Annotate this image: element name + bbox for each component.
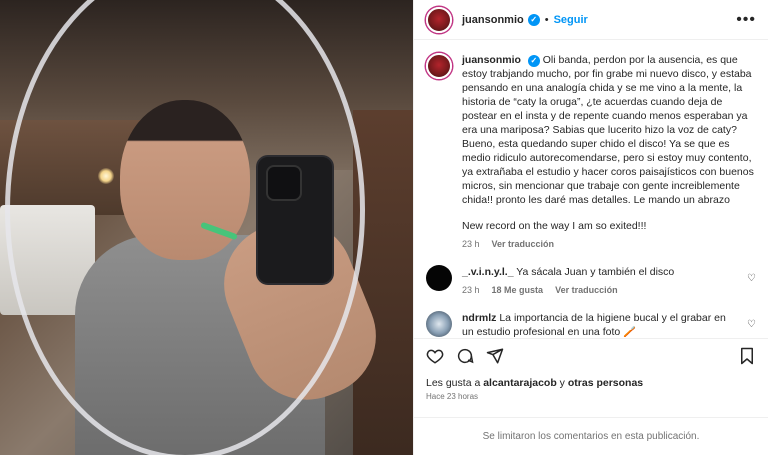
caption-row: juansonmio ✓ Oli banda, perdon por la au… <box>426 53 756 249</box>
comment-like-heart-icon[interactable]: ♡ <box>747 319 756 330</box>
comment-content: Ya sácala Juan y también el disco <box>516 266 675 278</box>
comment-text: _.v.i.n.y.l._ Ya sácala Juan y también e… <box>462 265 674 279</box>
likes-conj: y <box>556 377 568 389</box>
caption-meta: 23 h Ver traducción <box>462 239 756 249</box>
comment-like-heart-icon[interactable]: ♡ <box>747 273 756 284</box>
comment-avatar[interactable] <box>426 265 452 291</box>
author-avatar[interactable] <box>426 6 452 33</box>
likes-others[interactable]: otras personas <box>568 377 643 389</box>
caption-author-avatar[interactable] <box>426 53 452 79</box>
caption-second-line: New record on the way I am so exited!!! <box>462 220 647 232</box>
comment-text: ndrmlz La importancia de la higiene buca… <box>462 311 734 337</box>
caption-translate-link[interactable]: Ver traducción <box>492 239 555 249</box>
comments-limited-notice: Se limitaron los comentarios en esta pub… <box>414 417 768 455</box>
photo-mirror-frame <box>5 0 365 455</box>
comment-translate-link[interactable]: Ver traducción <box>555 285 618 295</box>
comment-item: ndrmlz La importancia de la higiene buca… <box>426 311 756 337</box>
comment-body: _.v.i.n.y.l._ Ya sácala Juan y también e… <box>462 265 696 295</box>
comments-section[interactable]: juansonmio ✓ Oli banda, perdon por la au… <box>414 41 768 337</box>
comment-likes[interactable]: 18 Me gusta <box>492 285 544 295</box>
share-send-icon[interactable] <box>486 347 504 365</box>
post-actions-bar <box>414 338 768 372</box>
like-heart-icon[interactable] <box>426 347 444 365</box>
post-timestamp[interactable]: Hace 23 horas <box>426 392 478 401</box>
verified-badge-icon: ✓ <box>527 13 540 26</box>
caption-content: Oli banda, perdon por la ausencia, es qu… <box>462 54 754 206</box>
photo-door <box>353 110 413 455</box>
caption-body: juansonmio ✓ Oli banda, perdon por la au… <box>462 53 756 249</box>
post-details-panel: juansonmio ✓ • Seguir ••• juansonmio ✓ O… <box>413 0 768 455</box>
post-header: juansonmio ✓ • Seguir ••• <box>414 0 768 40</box>
comment-avatar[interactable] <box>426 311 452 337</box>
caption-verified-icon: ✓ <box>527 55 540 67</box>
comment-item: _.v.i.n.y.l._ Ya sácala Juan y también e… <box>426 265 756 295</box>
comment-author[interactable]: ndrmlz <box>462 312 496 324</box>
follow-button[interactable]: Seguir <box>554 14 588 26</box>
comment-meta: 23 h 18 Me gusta Ver traducción <box>462 285 674 295</box>
more-options-icon[interactable]: ••• <box>736 11 756 29</box>
caption-text: juansonmio ✓ Oli banda, perdon por la au… <box>462 53 756 207</box>
author-username[interactable]: juansonmio <box>462 14 524 26</box>
bookmark-icon[interactable] <box>738 347 756 365</box>
comment-author[interactable]: _.v.i.n.y.l._ <box>462 266 514 278</box>
caption-time[interactable]: 23 h <box>462 239 480 249</box>
likes-user[interactable]: alcantarajacob <box>483 377 557 389</box>
comment-content: La importancia de la higiene bucal y el … <box>462 312 726 337</box>
comment-time[interactable]: 23 h <box>462 285 480 295</box>
likes-prefix: Les gusta a <box>426 377 484 389</box>
comment-bubble-icon[interactable] <box>456 347 474 365</box>
comment-body: ndrmlz La importancia de la higiene buca… <box>462 311 756 337</box>
caption-author[interactable]: juansonmio <box>462 54 521 66</box>
header-dot-separator: • <box>544 13 549 26</box>
instagram-post-view: juansonmio ✓ • Seguir ••• juansonmio ✓ O… <box>0 0 768 455</box>
likes-summary: Les gusta a alcantarajacob y otras perso… <box>426 377 643 389</box>
post-photo[interactable] <box>0 0 413 455</box>
